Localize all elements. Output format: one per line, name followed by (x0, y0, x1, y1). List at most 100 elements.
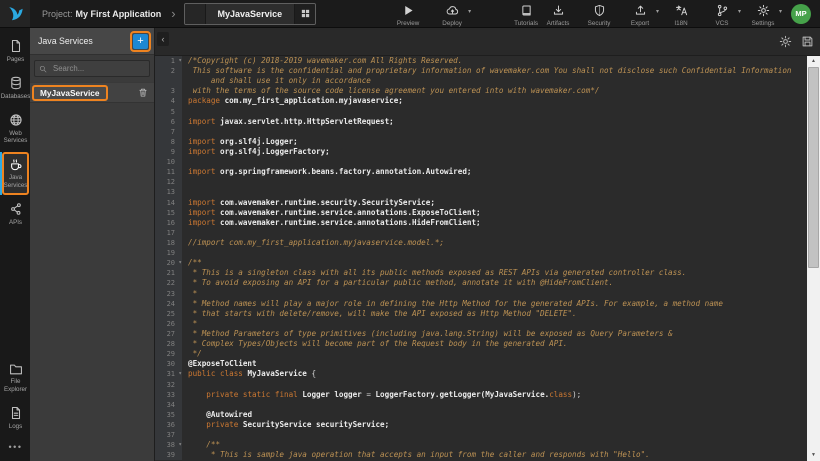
vcs-button[interactable]: VCS▾ (708, 4, 736, 27)
line-number: 14 (155, 198, 182, 208)
trash-icon[interactable] (138, 87, 148, 98)
grid-icon[interactable] (294, 4, 315, 24)
tab-myjavaservice[interactable]: MyJavaService (184, 3, 317, 25)
code-area[interactable]: 1▾/*Copyright (c) 2018-2019 wavemaker.co… (155, 56, 807, 461)
sidebar-item-logs[interactable]: Logs (2, 400, 29, 436)
code-line[interactable]: 2 This software is the confidential and … (155, 66, 807, 76)
sidebar-item-label: APIs (9, 219, 22, 227)
code-line[interactable]: 24 * Method names will play a major role… (155, 299, 807, 309)
code-line[interactable]: 17 (155, 228, 807, 238)
add-service-button[interactable]: + (133, 34, 148, 49)
line-number: 23 (155, 289, 182, 299)
code-line[interactable]: 19 (155, 248, 807, 258)
export-button[interactable]: Export▾ (626, 4, 654, 27)
code-line[interactable]: 14import com.wavemaker.runtime.security.… (155, 198, 807, 208)
code-line[interactable]: 21 * This is a singleton class with all … (155, 268, 807, 278)
tutorials-button[interactable]: Tutorials (512, 4, 540, 27)
settings-button[interactable]: Settings▾ (749, 4, 777, 27)
code-line[interactable]: 27 * Method Parameters of type primitive… (155, 329, 807, 339)
code-line[interactable]: 13 (155, 187, 807, 197)
code-line[interactable]: 26 * (155, 319, 807, 329)
code-line[interactable]: 36 private SecurityService securityServi… (155, 420, 807, 430)
code-line[interactable]: 22 * To avoid exposing an API for a part… (155, 278, 807, 288)
code-line[interactable]: 23 * (155, 289, 807, 299)
book-icon (520, 4, 533, 17)
wavemaker-logo-icon (6, 4, 25, 23)
sidebar-item-databases[interactable]: Databases (2, 70, 29, 106)
code-line[interactable]: 15import com.wavemaker.runtime.service.a… (155, 208, 807, 218)
fold-arrow-icon[interactable]: ▾ (178, 369, 182, 379)
service-search[interactable] (34, 60, 150, 77)
code-line[interactable]: 4package com.my_first_application.myjava… (155, 96, 807, 106)
code-line[interactable]: 7 (155, 127, 807, 137)
code-text: import org.slf4j.Logger; (182, 137, 807, 147)
scroll-down-button[interactable]: ▼ (807, 450, 820, 461)
code-line[interactable]: 12 (155, 177, 807, 187)
java-services-panel: Java Services + MyJavaService (30, 28, 155, 461)
service-name[interactable]: MyJavaService (32, 85, 108, 101)
avatar[interactable]: MP (791, 4, 811, 24)
code-line[interactable]: 9import org.slf4j.LoggerFactory; (155, 147, 807, 157)
scroll-up-button[interactable]: ▲ (807, 56, 820, 67)
deploy-button[interactable]: Deploy▾ (438, 4, 466, 27)
code-line[interactable]: 8import org.slf4j.Logger; (155, 137, 807, 147)
fold-arrow-icon[interactable]: ▾ (178, 56, 182, 66)
code-text: import com.wavemaker.runtime.service.ann… (182, 218, 807, 228)
code-text: * Method names will play a major role in… (182, 299, 807, 309)
i18n-button[interactable]: I18N (667, 4, 695, 27)
collapse-panel-button[interactable]: ‹ (157, 32, 169, 46)
line-number: 7 (155, 127, 182, 137)
code-line[interactable]: 34 (155, 400, 807, 410)
code-line[interactable]: 1▾/*Copyright (c) 2018-2019 wavemaker.co… (155, 56, 807, 66)
code-line[interactable]: 3 with the terms of the source code lice… (155, 86, 807, 96)
code-line[interactable]: 28 * Complex Types/Objects will become p… (155, 339, 807, 349)
caret-down-icon[interactable]: ▾ (656, 8, 659, 15)
code-line[interactable]: 32 (155, 380, 807, 390)
code-text: * This is a singleton class with all its… (182, 268, 807, 278)
editor-settings-gear-icon[interactable] (779, 35, 792, 48)
search-input[interactable] (51, 63, 145, 74)
sidebar-item-web-services[interactable]: WebServices (2, 107, 29, 151)
code-text (182, 177, 807, 187)
sidebar-item-apis[interactable]: APIs (2, 196, 29, 232)
code-text: import org.springframework.beans.factory… (182, 167, 807, 177)
code-line[interactable]: 16import com.wavemaker.runtime.service.a… (155, 218, 807, 228)
caret-down-icon[interactable]: ▾ (468, 8, 471, 15)
code-line[interactable]: 33 private static final Logger logger = … (155, 390, 807, 400)
code-line[interactable]: 37 (155, 430, 807, 440)
sidebar-item-pages[interactable]: Pages (2, 33, 29, 69)
service-list-item[interactable]: MyJavaService (30, 82, 154, 103)
wavemaker-logo-icon[interactable] (0, 0, 30, 27)
caret-down-icon[interactable]: ▾ (779, 8, 782, 15)
security-button[interactable]: Security (585, 4, 613, 27)
code-line[interactable]: and shall use it only in accordance (155, 76, 807, 86)
code-line[interactable]: 18//import com.my_first_application.myja… (155, 238, 807, 248)
code-line[interactable]: 5 (155, 107, 807, 117)
fold-arrow-icon[interactable]: ▾ (178, 258, 182, 268)
code-line[interactable]: 10 (155, 157, 807, 167)
vertical-scrollbar[interactable]: ▲ ▼ (807, 56, 820, 461)
code-line[interactable]: 25 * that starts with delete/remove, wil… (155, 309, 807, 319)
line-number: 27 (155, 329, 182, 339)
scrollbar-thumb[interactable] (808, 67, 819, 268)
artifacts-button[interactable]: Artifacts (544, 4, 572, 27)
left-sidebar: PagesDatabasesWebServicesJavaServices API… (0, 28, 30, 461)
code-line[interactable]: 39 * This is sample java operation that … (155, 450, 807, 460)
preview-button[interactable]: Preview (394, 4, 422, 27)
code-line[interactable]: 30@ExposeToClient (155, 359, 807, 369)
save-icon[interactable] (801, 35, 814, 48)
code-line[interactable]: 11import org.springframework.beans.facto… (155, 167, 807, 177)
code-line[interactable]: 35 @Autowired (155, 410, 807, 420)
sidebar-item-file-explorer[interactable]: FileExplorer (2, 356, 29, 400)
code-line[interactable]: 31▾public class MyJavaService { (155, 369, 807, 379)
code-line[interactable]: 38▾ /** (155, 440, 807, 450)
code-text: import com.wavemaker.runtime.service.ann… (182, 208, 807, 218)
more-options-icon[interactable]: ••• (2, 437, 29, 457)
line-number: 39 (155, 450, 182, 460)
sidebar-item-java-services[interactable]: JavaServices (2, 152, 29, 196)
code-line[interactable]: 20▾/** (155, 258, 807, 268)
code-line[interactable]: 29 */ (155, 349, 807, 359)
caret-down-icon[interactable]: ▾ (738, 8, 741, 15)
code-line[interactable]: 6import javax.servlet.http.HttpServletRe… (155, 117, 807, 127)
fold-arrow-icon[interactable]: ▾ (178, 440, 182, 450)
